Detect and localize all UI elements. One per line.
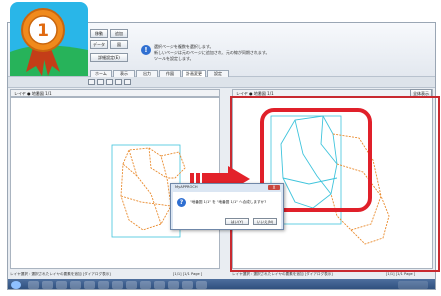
info-line-3: ツールを設定します。 <box>154 56 194 61</box>
app-icon[interactable] <box>196 281 207 289</box>
confirm-dialog: MyAPPROCH X ? "地番図 1/1" を "地番図 1/1" へ合成し… <box>170 183 284 230</box>
app-icon[interactable] <box>126 281 137 289</box>
yes-button[interactable]: はい(Y) <box>225 218 249 225</box>
app-icon[interactable] <box>182 281 193 289</box>
left-pane-header: レイヤ ● 地番図 1/1 <box>10 89 220 97</box>
pan-icon[interactable] <box>106 79 113 85</box>
dialog-title: MyAPPROCH <box>175 185 198 189</box>
browser-icon[interactable] <box>42 281 53 289</box>
start-icon[interactable] <box>11 281 21 289</box>
dialog-message: "地番図 1/1" を "地番図 1/1" へ合成しますか? <box>190 200 267 204</box>
ribbon-button-figure[interactable]: 図 <box>110 40 128 49</box>
tab-output[interactable]: 出力 <box>136 70 158 77</box>
app-icon[interactable] <box>84 281 95 289</box>
system-tray[interactable] <box>398 281 428 289</box>
tab-draw[interactable]: 作図 <box>159 70 181 77</box>
question-icon: ? <box>177 198 186 207</box>
tab-settings[interactable]: 設定 <box>207 70 229 77</box>
dialog-body: ? "地番図 1/1" を "地番図 1/1" へ合成しますか? はい(Y) い… <box>173 192 281 229</box>
app-icon[interactable] <box>154 281 165 289</box>
tab-home[interactable]: ホーム <box>90 70 112 77</box>
ribbon-button-move[interactable]: 移動 <box>90 29 108 38</box>
no-button[interactable]: いいえ(N) <box>253 218 277 225</box>
dialog-close-button[interactable]: X <box>268 185 280 190</box>
app-icon[interactable] <box>70 281 81 289</box>
taskbar <box>8 279 435 289</box>
ribbon-button-data[interactable]: データ <box>90 40 108 49</box>
explorer-icon[interactable] <box>28 281 39 289</box>
redo-icon[interactable] <box>124 79 131 85</box>
tab-view[interactable]: 表示 <box>113 70 135 77</box>
app-icon[interactable] <box>112 281 123 289</box>
left-status-text: レイヤ選択 : 選択されたレイヤの要素を追加 [ダイアログ表示] <box>10 272 111 276</box>
app-icon[interactable] <box>98 281 109 289</box>
ribbon-button-add[interactable]: 追加 <box>110 29 128 38</box>
app-icon[interactable] <box>140 281 151 289</box>
folder-icon[interactable] <box>56 281 67 289</box>
info-icon: ! <box>141 45 151 55</box>
left-status-page: [1/1] [1/1 Page ] <box>173 272 203 276</box>
step-badge: 1 <box>10 2 88 76</box>
ribbon-button-detail-settings[interactable]: 詳細設定(E) <box>90 53 128 62</box>
tab-plan-change[interactable]: 計画変更 <box>182 70 206 77</box>
badge-number: 1 <box>37 21 49 41</box>
app-icon[interactable] <box>168 281 179 289</box>
zoom-out-icon[interactable] <box>97 79 104 85</box>
undo-icon[interactable] <box>115 79 122 85</box>
